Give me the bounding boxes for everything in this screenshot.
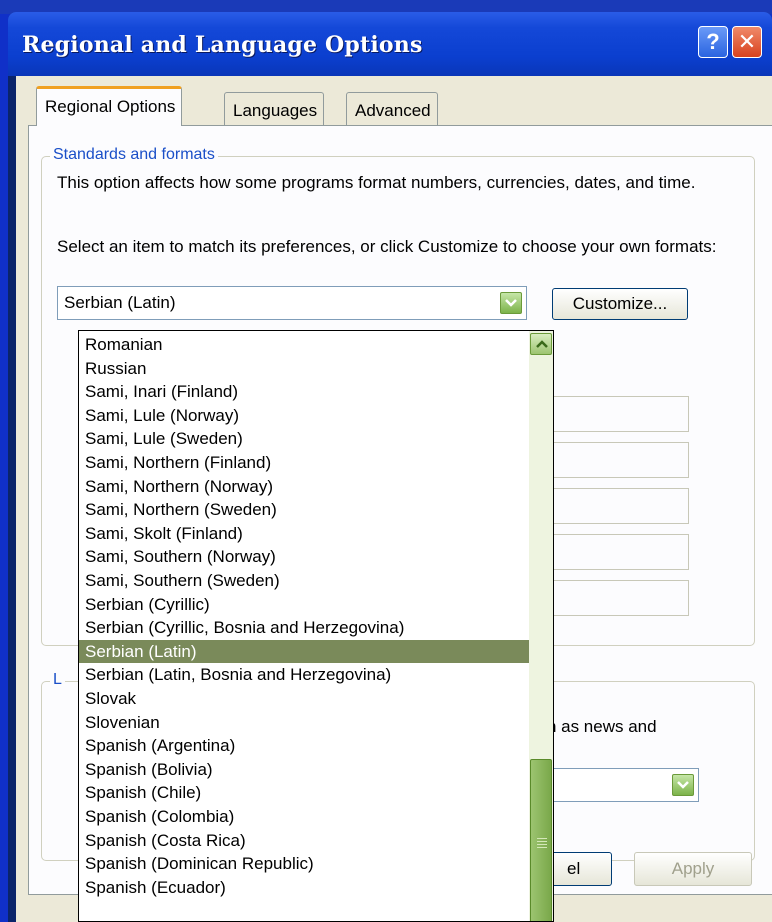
dropdown-option[interactable]: Serbian (Cyrillic, Bosnia and Herzegovin…	[79, 616, 529, 639]
standards-group-label: Standards and formats	[50, 146, 218, 164]
dropdown-option[interactable]: Spanish (Ecuador)	[79, 876, 529, 899]
chevron-down-icon[interactable]	[500, 292, 522, 314]
dropdown-option[interactable]: Sami, Southern (Sweden)	[79, 569, 529, 592]
locale-combobox-value: Serbian (Latin)	[64, 293, 176, 312]
dropdown-option[interactable]: Spanish (Chile)	[79, 781, 529, 804]
dropdown-option[interactable]: Spanish (Costa Rica)	[79, 829, 529, 852]
title-bar[interactable]: Regional and Language Options ? ✕	[8, 12, 772, 76]
dropdown-option[interactable]: Spanish (Bolivia)	[79, 758, 529, 781]
dropdown-option[interactable]: Romanian	[79, 333, 529, 356]
locale-combobox[interactable]: Serbian (Latin)	[57, 286, 527, 320]
dropdown-option[interactable]: Sami, Lule (Sweden)	[79, 427, 529, 450]
dropdown-option[interactable]: Spanish (Argentina)	[79, 734, 529, 757]
dropdown-option[interactable]: Sami, Northern (Sweden)	[79, 498, 529, 521]
dropdown-option[interactable]: Sami, Southern (Norway)	[79, 545, 529, 568]
dropdown-option[interactable]: Sami, Lule (Norway)	[79, 404, 529, 427]
dropdown-option[interactable]: Sami, Inari (Finland)	[79, 380, 529, 403]
standards-description: This option affects how some programs fo…	[57, 173, 696, 192]
customize-button[interactable]: Customize...	[552, 288, 688, 320]
tab-languages[interactable]: Languages	[224, 92, 325, 126]
sample-field	[539, 396, 689, 432]
locale-dropdown-list[interactable]: Romanian Russian Sami, Inari (Finland) Sami…	[78, 330, 554, 922]
sample-field	[539, 488, 689, 524]
sample-field	[539, 534, 689, 570]
close-button[interactable]: ✕	[732, 26, 762, 58]
dropdown-option[interactable]: Russian	[79, 357, 529, 380]
dropdown-option[interactable]: Slovak	[79, 687, 529, 710]
apply-button: Apply	[634, 852, 752, 886]
chevron-up-icon[interactable]	[530, 333, 552, 355]
help-button[interactable]: ?	[698, 26, 728, 58]
scrollbar-thumb[interactable]	[530, 759, 552, 921]
tab-advanced[interactable]: Advanced	[346, 92, 438, 126]
dropdown-option[interactable]: Serbian (Latin, Bosnia and Herzegovina)	[79, 663, 529, 686]
dropdown-option[interactable]: Serbian (Latin)	[79, 639, 529, 663]
dropdown-option[interactable]: Slovenian	[79, 711, 529, 734]
dropdown-option[interactable]: Spanish (Colombia)	[79, 805, 529, 828]
chevron-down-icon[interactable]	[672, 774, 694, 796]
standards-instruction: Select an item to match its preferences,…	[57, 237, 717, 256]
dropdown-option[interactable]: Spanish (Dominican Republic)	[79, 852, 529, 875]
dropdown-option[interactable]: Sami, Northern (Finland)	[79, 451, 529, 474]
tab-regional-options[interactable]: Regional Options	[36, 86, 183, 126]
dropdown-scrollbar[interactable]	[529, 331, 553, 921]
dropdown-option[interactable]: Serbian (Cyrillic)	[79, 593, 529, 616]
location-group-label: L	[50, 671, 65, 689]
dropdown-option[interactable]: Sami, Northern (Norway)	[79, 475, 529, 498]
sample-field	[539, 580, 689, 616]
sample-field	[539, 442, 689, 478]
dropdown-option[interactable]: Sami, Skolt (Finland)	[79, 522, 529, 545]
window-title: Regional and Language Options	[22, 32, 423, 58]
